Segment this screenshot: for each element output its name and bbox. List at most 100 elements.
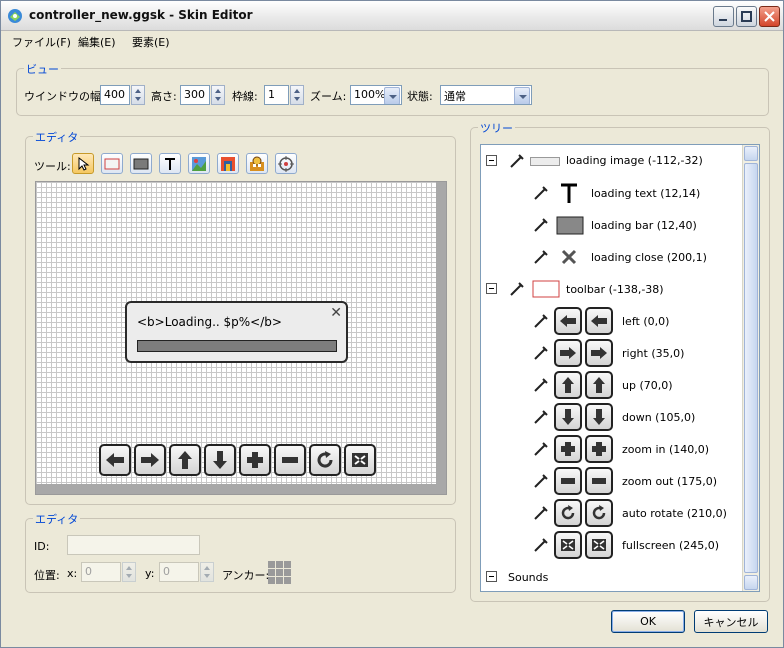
pencil-icon[interactable] [533, 217, 549, 233]
rotate-icon [317, 451, 333, 468]
close-button[interactable] [759, 6, 780, 27]
canvas-right-button[interactable] [134, 444, 166, 476]
tree-item-left[interactable]: left (0,0) [481, 305, 743, 337]
canvas-up-button[interactable] [169, 444, 201, 476]
y-input[interactable]: 0 [159, 562, 199, 582]
minimize-button[interactable] [713, 6, 734, 27]
collapse-icon[interactable] [486, 155, 497, 166]
pencil-icon[interactable] [533, 377, 549, 393]
pencil-icon[interactable] [533, 505, 549, 521]
canvas-fullscreen-button[interactable] [344, 444, 376, 476]
pencil-icon[interactable] [533, 249, 549, 265]
id-input[interactable] [67, 535, 200, 555]
loading-image-element[interactable]: <b>Loading.. $p%</b> ✕ [125, 301, 348, 363]
target-tool-button[interactable] [275, 153, 297, 174]
image-thumbnail-icon [530, 157, 560, 166]
cancel-button[interactable]: キャンセル [694, 610, 768, 633]
tree-item-zoom-out[interactable]: zoom out (175,0) [481, 465, 743, 497]
tree-item-label: zoom in (140,0) [622, 443, 710, 456]
pencil-icon[interactable] [533, 473, 549, 489]
tree-item-up[interactable]: up (70,0) [481, 369, 743, 401]
view-group-label: ビュー [24, 61, 61, 77]
pencil-icon[interactable] [533, 345, 549, 361]
pencil-icon[interactable] [509, 153, 525, 169]
ok-button[interactable]: OK [611, 610, 685, 633]
canvas-down-button[interactable] [204, 444, 236, 476]
window-width-input[interactable]: 400 [100, 85, 130, 105]
border-input[interactable]: 1 [264, 85, 289, 105]
height-spinner[interactable] [211, 85, 225, 105]
button-tool-button[interactable] [217, 153, 239, 174]
chevron-down-icon[interactable] [384, 87, 400, 104]
text-tool-button[interactable] [159, 153, 181, 174]
filled-rectangle-tool-button[interactable] [130, 153, 152, 174]
canvas-auto-rotate-button[interactable] [309, 444, 341, 476]
select-tool-button[interactable] [72, 153, 94, 174]
canvas-right-margin [436, 182, 446, 494]
tree-item-right[interactable]: right (35,0) [481, 337, 743, 369]
collapse-icon[interactable] [486, 571, 497, 582]
loading-bar-element[interactable] [137, 340, 337, 352]
x-spinner[interactable] [122, 562, 136, 582]
menu-edit[interactable]: 編集(E) [78, 34, 116, 50]
tree-item-sounds[interactable]: Sounds [481, 561, 743, 591]
anchor-grid-icon[interactable] [268, 561, 292, 585]
pencil-icon[interactable] [533, 313, 549, 329]
state-label: 状態: [407, 90, 433, 103]
tree-group-label: ツリー [478, 120, 515, 136]
tree-item-label: toolbar (-138,-38) [566, 283, 664, 296]
pencil-icon[interactable] [533, 441, 549, 457]
chevron-down-icon[interactable] [514, 87, 530, 104]
scroll-down-button[interactable] [744, 575, 758, 590]
close-icon [561, 249, 577, 265]
collapse-icon[interactable] [486, 283, 497, 294]
menu-element[interactable]: 要素(E) [132, 34, 170, 50]
minus-icon [282, 457, 298, 463]
rectangle-tool-button[interactable] [101, 153, 123, 174]
canvas-left-button[interactable] [99, 444, 131, 476]
tree-item-loading-text[interactable]: loading text (12,14) [481, 177, 743, 209]
canvas-zoom-in-button[interactable] [239, 444, 271, 476]
scroll-thumb[interactable] [744, 163, 758, 573]
border-spinner[interactable] [290, 85, 304, 105]
menu-file[interactable]: ファイル(F) [12, 34, 71, 50]
window-width-spinner[interactable] [131, 85, 145, 105]
tree-item-loading-image[interactable]: loading image (-112,-32) [481, 145, 743, 177]
editor-canvas[interactable]: <b>Loading.. $p%</b> ✕ [35, 181, 447, 495]
cloner-tool-button[interactable] [246, 153, 268, 174]
close-icon [764, 11, 775, 22]
tree-item-loading-close[interactable]: loading close (200,1) [481, 241, 743, 273]
close-icon[interactable]: ✕ [330, 305, 342, 321]
pencil-icon[interactable] [533, 537, 549, 553]
image-icon [192, 156, 206, 171]
title-bar[interactable]: controller_new.ggsk - Skin Editor [1, 1, 783, 31]
tree-item-auto-rotate[interactable]: auto rotate (210,0) [481, 497, 743, 529]
pencil-icon[interactable] [533, 185, 549, 201]
state-select[interactable]: 通常 [440, 85, 532, 105]
arrow-down-icon [554, 403, 582, 431]
image-tool-button[interactable] [188, 153, 210, 174]
arrow-right-icon [554, 339, 582, 367]
x-input[interactable]: 0 [81, 562, 121, 582]
fullscreen-icon [585, 531, 613, 559]
tree-scrollbar[interactable] [742, 145, 759, 591]
zoom-select[interactable]: 100% [350, 85, 402, 105]
plus-icon [554, 435, 582, 463]
canvas-zoom-out-button[interactable] [274, 444, 306, 476]
scroll-up-button[interactable] [744, 146, 758, 161]
tree-item-label: loading close (200,1) [591, 251, 707, 264]
height-input[interactable]: 300 [180, 85, 210, 105]
y-spinner[interactable] [200, 562, 214, 582]
minus-icon [554, 467, 582, 495]
loading-text-element[interactable]: <b>Loading.. $p%</b> [137, 315, 282, 329]
pencil-icon[interactable] [533, 409, 549, 425]
state-value: 通常 [444, 90, 466, 103]
tree-item-toolbar[interactable]: toolbar (-138,-38) [481, 273, 743, 305]
tree-item-fullscreen[interactable]: fullscreen (245,0) [481, 529, 743, 561]
element-tree[interactable]: loading image (-112,-32) loading text (1… [480, 144, 760, 592]
tree-item-zoom-in[interactable]: zoom in (140,0) [481, 433, 743, 465]
maximize-button[interactable] [736, 6, 757, 27]
tree-item-down[interactable]: down (105,0) [481, 401, 743, 433]
tree-item-loading-bar[interactable]: loading bar (12,40) [481, 209, 743, 241]
pencil-icon[interactable] [509, 281, 525, 297]
